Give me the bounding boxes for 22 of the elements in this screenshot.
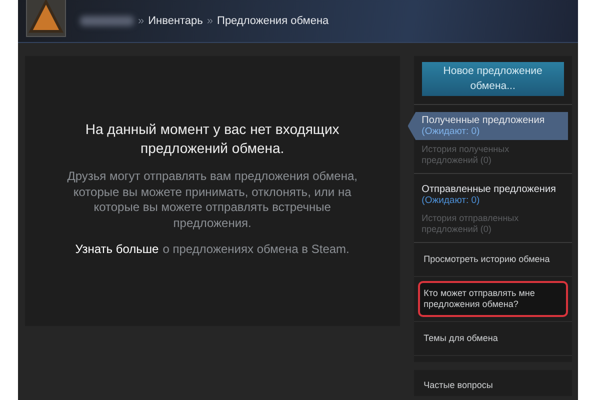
offers-tab[interactable]: Отправленные предложения (Ожидают: 0) — [414, 181, 568, 209]
breadcrumb-link[interactable]: Предложения обмена — [217, 15, 329, 27]
breadcrumb-separator: » — [138, 15, 144, 27]
breadcrumb-separator: » — [206, 15, 214, 27]
sidebar-link[interactable]: Темы для обмена — [418, 326, 568, 351]
empty-state-description: Друзья могут отправлять вам предложения обмена, которые вы можете принимать, отклонять, или на которые вы можете отправлять встречные предложения. — [66, 169, 358, 231]
tab-title: Отправленные предложения — [422, 184, 557, 195]
empty-state-title: На данный момент у вас нет входящих предложений обмена. — [84, 120, 340, 158]
sidebar-link[interactable]: Кто может отправлять мне предложения обмена? — [418, 281, 568, 317]
pending-count: (Ожидают: 0) — [422, 126, 481, 137]
learn-more-text: о предложениях обмена в Steam. — [162, 242, 350, 256]
tab-title: Полученные предложения — [422, 115, 546, 126]
new-trade-offer-button[interactable]: Новое предложение обмена... — [422, 62, 564, 96]
sidebar-link[interactable]: Просмотреть историю обмена — [418, 247, 568, 272]
breadcrumb-link[interactable]: Инвентарь — [148, 15, 203, 27]
offers-tab[interactable]: Полученные предложения (Ожидают: 0) — [408, 112, 568, 140]
blurred-username — [80, 16, 134, 26]
emblem-icon — [28, 0, 64, 35]
pending-count: (Ожидают: 0) — [422, 195, 481, 206]
learn-more-link[interactable]: Узнать больше — [75, 242, 159, 256]
avatar-image[interactable] — [26, 0, 66, 37]
faq-link[interactable]: Частые вопросы — [424, 380, 493, 390]
